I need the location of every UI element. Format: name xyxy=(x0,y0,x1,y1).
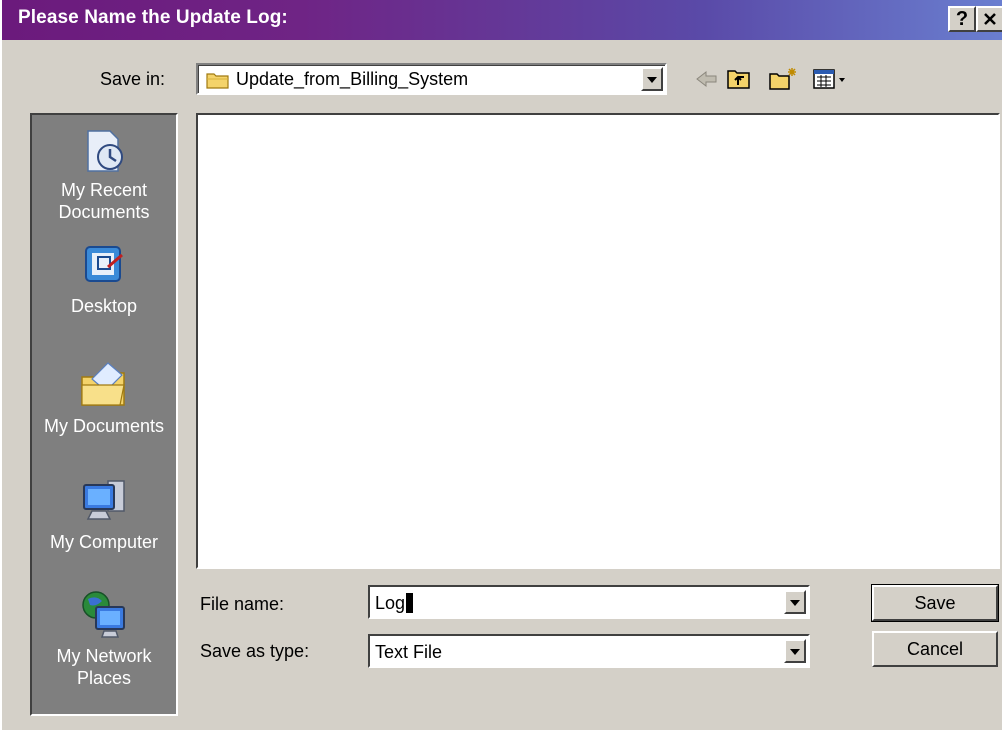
up-folder-button[interactable] xyxy=(726,66,752,97)
save-in-label: Save in: xyxy=(100,69,166,89)
save-as-type-select[interactable]: Text File xyxy=(368,634,810,668)
text-caret xyxy=(406,593,414,613)
place-label: My Recent xyxy=(60,180,148,200)
view-menu-icon xyxy=(813,69,845,89)
place-my-network-places[interactable]: My Network Places xyxy=(32,589,176,689)
my-documents-icon xyxy=(81,362,125,406)
save-as-type-label: Save as type: xyxy=(200,641,310,661)
place-desktop[interactable]: Desktop xyxy=(32,243,176,317)
place-label: Desktop xyxy=(70,296,138,316)
place-label: Places xyxy=(76,668,132,688)
places-bar: My Recent Documents Desktop My Documents xyxy=(30,113,178,716)
place-my-recent-documents[interactable]: My Recent Documents xyxy=(32,127,176,223)
save-button[interactable]: Save xyxy=(871,584,999,622)
back-button[interactable] xyxy=(694,66,720,97)
place-label: My Documents xyxy=(43,416,165,436)
place-label: Documents xyxy=(58,202,150,222)
help-button[interactable]: ? xyxy=(948,6,976,32)
view-menu-button[interactable] xyxy=(812,66,848,97)
file-name-label: File name: xyxy=(200,594,285,614)
close-icon xyxy=(984,13,996,25)
save-in-value: Update_from_Billing_System xyxy=(236,69,469,89)
back-arrow-icon xyxy=(696,70,717,88)
place-my-computer[interactable]: My Computer xyxy=(32,475,176,553)
title-bar[interactable]: Please Name the Update Log: ? xyxy=(2,0,1002,40)
file-list-view[interactable] xyxy=(196,113,1000,569)
new-folder-button[interactable] xyxy=(768,66,798,97)
dialog-title: Please Name the Update Log: xyxy=(18,7,288,28)
save-in-dropdown-button[interactable] xyxy=(641,67,663,91)
desktop-icon xyxy=(85,246,123,282)
new-folder-icon xyxy=(769,68,796,90)
place-label: My Network xyxy=(56,646,152,666)
save-as-type-value: Text File xyxy=(375,642,443,662)
place-my-documents[interactable]: My Documents xyxy=(32,359,176,437)
file-name-dropdown-button[interactable] xyxy=(784,590,806,614)
save-in-select[interactable]: Update_from_Billing_System xyxy=(196,63,667,95)
file-name-field[interactable]: Log xyxy=(368,585,810,619)
place-label: My Computer xyxy=(49,532,159,552)
network-places-icon xyxy=(82,591,125,638)
save-as-type-dropdown-button[interactable] xyxy=(784,639,806,663)
cancel-button[interactable]: Cancel xyxy=(872,631,998,667)
recent-documents-icon xyxy=(87,130,123,172)
file-name-value: Log xyxy=(375,593,414,614)
close-button[interactable] xyxy=(976,6,1002,32)
save-dialog: Please Name the Update Log: ? Save in: U… xyxy=(0,0,1002,730)
folder-icon xyxy=(206,73,229,89)
my-computer-icon xyxy=(83,480,125,520)
up-folder-icon xyxy=(727,70,750,89)
